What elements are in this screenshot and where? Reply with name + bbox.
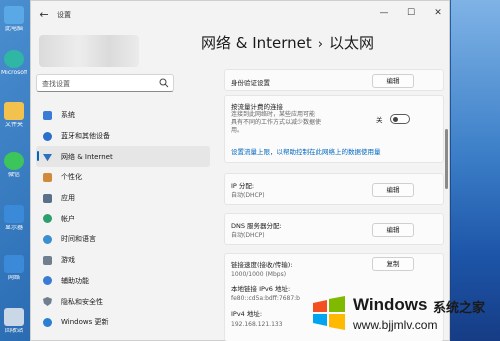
link-speed-label: 链接速度(接收/传输): bbox=[231, 261, 293, 269]
back-arrow-icon[interactable]: ← bbox=[37, 8, 51, 22]
breadcrumb-separator: › bbox=[317, 37, 323, 52]
watermark: Windows 系统之家 www.bjjmlv.com bbox=[305, 287, 495, 337]
sidebar-item-label: 游戏 bbox=[61, 256, 75, 265]
sidebar-item-gaming[interactable]: 游戏 bbox=[36, 250, 210, 271]
metered-desc-1: 连接到此网络时，某些应用可能 bbox=[231, 111, 316, 118]
recycle-bin-icon bbox=[4, 308, 24, 326]
user-profile-blurred bbox=[39, 35, 139, 67]
dns-assignment-card: DNS 服务器分配: 自动(DHCP) 编辑 bbox=[224, 213, 444, 245]
desktop-icon-wechat[interactable]: 微信 bbox=[1, 152, 27, 178]
data-limit-link[interactable]: 设置流量上限，以帮助控制在此网络上的数据使用量 bbox=[231, 146, 381, 156]
watermark-url: www.bjjmlv.com bbox=[353, 318, 438, 332]
network-icon bbox=[4, 255, 24, 273]
ip-edit-button[interactable]: 编辑 bbox=[372, 183, 414, 197]
desktop-icon-edge[interactable]: Microsoft Edge bbox=[1, 50, 27, 76]
search-placeholder: 查找设置 bbox=[42, 80, 70, 88]
auth-edit-button[interactable]: 编辑 bbox=[372, 74, 414, 88]
folder-icon bbox=[4, 102, 24, 120]
sidebar-item-network[interactable]: 网络 & Internet bbox=[36, 146, 210, 168]
sidebar-item-personalization[interactable]: 个性化 bbox=[36, 167, 210, 188]
sidebar-item-label: 网络 & Internet bbox=[61, 152, 113, 161]
close-button[interactable]: ✕ bbox=[430, 6, 446, 20]
metered-desc-3: 用。 bbox=[231, 127, 244, 134]
breadcrumb-parent[interactable]: 网络 & Internet bbox=[201, 34, 312, 52]
ipv4-value: 192.168.121.133 bbox=[231, 321, 283, 328]
auth-settings-label: 身份验证设置 bbox=[231, 79, 270, 87]
minimize-button[interactable]: — bbox=[376, 6, 392, 20]
link-speed-value: 1000/1000 (Mbps) bbox=[231, 271, 287, 278]
sidebar-item-label: 辅助功能 bbox=[61, 276, 89, 285]
ip-assignment-label: IP 分配: bbox=[231, 182, 255, 190]
desktop-icon-network[interactable]: 网络 bbox=[1, 255, 27, 281]
ipv6-value: fe80::cd5a:bdff:7687:b bbox=[231, 295, 300, 302]
breadcrumb: 网络 & Internet › 以太网 bbox=[201, 32, 374, 53]
title-bar[interactable]: ← 设置 — ☐ ✕ bbox=[31, 1, 449, 29]
account-icon bbox=[43, 214, 52, 224]
desktop-icon-folder[interactable]: 文件夹 bbox=[1, 102, 27, 128]
sidebar-item-label: 蓝牙和其他设备 bbox=[61, 132, 110, 141]
watermark-brand-cn: 系统之家 bbox=[433, 301, 486, 316]
watermark-brand: Windows bbox=[353, 295, 428, 314]
search-icon bbox=[159, 78, 169, 88]
search-input[interactable]: 查找设置 bbox=[36, 74, 174, 92]
desktop-icon-monitor[interactable]: 显示器 bbox=[1, 205, 27, 231]
sidebar-item-label: 时间和语言 bbox=[61, 235, 96, 244]
metered-desc-2: 具有不同的工作方式以减少数据使 bbox=[231, 119, 322, 126]
dns-edit-button[interactable]: 编辑 bbox=[372, 223, 414, 237]
sidebar-item-label: Windows 更新 bbox=[61, 318, 109, 327]
gamepad-icon bbox=[43, 255, 52, 265]
accessibility-icon bbox=[43, 276, 52, 286]
dns-assignment-value: 自动(DHCP) bbox=[231, 232, 265, 239]
scrollbar[interactable] bbox=[445, 129, 448, 189]
metered-toggle-state: 关 bbox=[376, 116, 383, 124]
sidebar-item-accessibility[interactable]: 辅助功能 bbox=[36, 271, 210, 292]
copy-button[interactable]: 复制 bbox=[372, 257, 414, 271]
sidebar-item-time-language[interactable]: 时间和语言 bbox=[36, 229, 210, 250]
dns-assignment-label: DNS 服务器分配: bbox=[231, 222, 282, 230]
wechat-icon bbox=[4, 152, 24, 170]
shield-icon bbox=[43, 297, 52, 307]
sidebar-item-label: 隐私和安全性 bbox=[61, 297, 103, 306]
sidebar-item-accounts[interactable]: 帐户 bbox=[36, 208, 210, 229]
windows-logo-icon bbox=[313, 296, 345, 330]
sidebar-item-system[interactable]: 系统 bbox=[36, 105, 210, 126]
sidebar-item-label: 个性化 bbox=[61, 173, 82, 182]
monitor-icon bbox=[4, 205, 24, 223]
metered-connection-card: 按流量计费的连接 连接到此网络时，某些应用可能 具有不同的工作方式以减少数据使 … bbox=[224, 95, 444, 163]
ipv4-label: IPv4 地址: bbox=[231, 310, 263, 318]
apps-icon bbox=[43, 193, 52, 203]
computer-icon bbox=[4, 6, 24, 24]
metered-label: 按流量计费的连接 bbox=[231, 103, 283, 111]
bluetooth-icon bbox=[43, 131, 52, 141]
ip-assignment-card: IP 分配: 自动(DHCP) 编辑 bbox=[224, 173, 444, 205]
sidebar-nav: 系统 蓝牙和其他设备 网络 & Internet 个性化 应用 帐户 时间和语言 bbox=[36, 105, 210, 333]
globe-time-icon bbox=[43, 234, 52, 244]
auth-settings-card: 身份验证设置 编辑 bbox=[224, 69, 444, 91]
metered-toggle[interactable] bbox=[390, 114, 410, 124]
edge-icon bbox=[4, 50, 24, 68]
sidebar-item-bluetooth[interactable]: 蓝牙和其他设备 bbox=[36, 126, 210, 147]
update-icon bbox=[43, 317, 52, 327]
window-title: 设置 bbox=[57, 11, 71, 19]
sidebar-item-privacy[interactable]: 隐私和安全性 bbox=[36, 291, 210, 312]
page-title: 以太网 bbox=[329, 34, 375, 52]
desktop-icon-this-pc[interactable]: 此电脑 bbox=[1, 6, 27, 32]
sidebar-item-windows-update[interactable]: Windows 更新 bbox=[36, 312, 210, 333]
toggle-knob bbox=[393, 117, 398, 122]
ip-assignment-value: 自动(DHCP) bbox=[231, 192, 265, 199]
sidebar-item-label: 帐户 bbox=[61, 214, 75, 223]
sidebar-item-label: 应用 bbox=[61, 194, 75, 203]
ipv6-label: 本地链接 IPv6 地址: bbox=[231, 285, 291, 293]
sidebar-item-label: 系统 bbox=[61, 111, 75, 120]
maximize-button[interactable]: ☐ bbox=[403, 6, 419, 20]
desktop-icon-recycle-bin[interactable]: 回收站 bbox=[1, 308, 27, 334]
brush-icon bbox=[43, 172, 52, 182]
wifi-icon bbox=[43, 154, 52, 162]
sidebar-item-apps[interactable]: 应用 bbox=[36, 188, 210, 209]
system-icon bbox=[43, 110, 52, 120]
